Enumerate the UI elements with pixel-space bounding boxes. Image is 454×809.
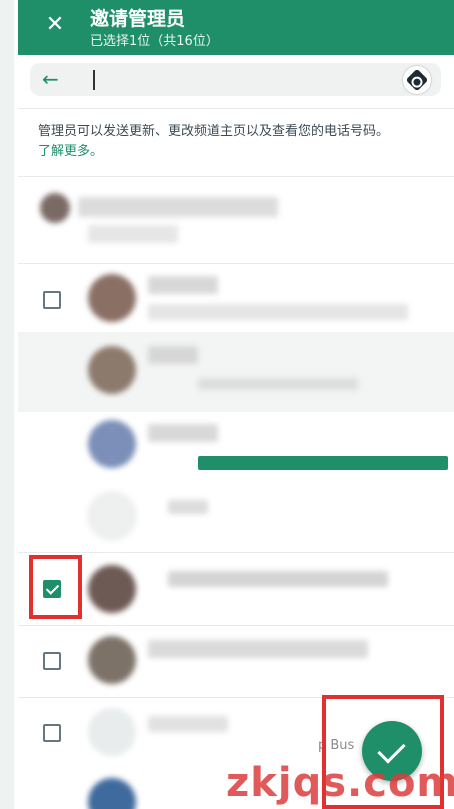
- contact-avatar: [88, 492, 136, 540]
- contact-row[interactable]: [18, 264, 454, 336]
- watermark: zkjqs.com: [226, 760, 454, 806]
- contact-row[interactable]: [18, 336, 454, 408]
- contact-avatar: [88, 420, 136, 468]
- page-title: 邀请管理员: [90, 8, 186, 30]
- contact-checkbox[interactable]: [43, 652, 61, 670]
- learn-more-link[interactable]: 了解更多。: [38, 144, 103, 159]
- contact-name: [148, 716, 228, 732]
- contact-avatar: [88, 346, 136, 394]
- selection-count: 已选择1位（共16位）: [90, 34, 219, 49]
- contact-avatar: [88, 778, 136, 809]
- contact-avatar: [88, 274, 136, 322]
- contact-row[interactable]: [18, 482, 454, 554]
- contact-checkbox[interactable]: [43, 291, 61, 309]
- search-input[interactable]: [93, 70, 95, 90]
- contact-avatar: [88, 565, 136, 613]
- invite-admins-screen: ✕ 邀请管理员 已选择1位（共16位） ← 管理员可以发送更新、更改频道主页以及…: [0, 0, 454, 809]
- contact-avatar: [88, 636, 136, 684]
- contact-checkbox[interactable]: [43, 724, 61, 742]
- highlight-box: [29, 555, 82, 619]
- contact-name: [148, 640, 368, 658]
- contact-status: [198, 378, 358, 390]
- contact-name: [148, 346, 198, 364]
- back-arrow-icon[interactable]: ←: [42, 67, 59, 91]
- contact-name: [148, 276, 218, 294]
- contact-row[interactable]: [18, 185, 454, 257]
- contact-name: [148, 424, 218, 442]
- contact-row[interactable]: [18, 626, 454, 698]
- app-header: ✕ 邀请管理员 已选择1位（共16位）: [18, 0, 454, 55]
- app-badge-icon[interactable]: [403, 66, 431, 94]
- contact-name: [78, 197, 278, 217]
- contact-name: [168, 500, 208, 514]
- search-bar[interactable]: ←: [30, 63, 441, 96]
- admin-info-description: 管理员可以发送更新、更改频道主页以及查看您的电话号码。: [38, 124, 390, 139]
- close-icon[interactable]: ✕: [42, 12, 68, 38]
- contact-name: [168, 571, 388, 587]
- divider: [18, 176, 454, 177]
- divider: [18, 108, 454, 109]
- background-window-edge: [0, 0, 14, 809]
- contact-avatar: [88, 708, 136, 756]
- contact-status: [88, 225, 178, 243]
- contact-avatar: [40, 193, 70, 223]
- contact-status: [148, 304, 408, 320]
- contact-row[interactable]: [18, 410, 454, 482]
- admin-info-text: 管理员可以发送更新、更改频道主页以及查看您的电话号码。 了解更多。: [38, 122, 443, 162]
- contact-row[interactable]: [18, 553, 454, 625]
- selection-bar: [198, 456, 448, 470]
